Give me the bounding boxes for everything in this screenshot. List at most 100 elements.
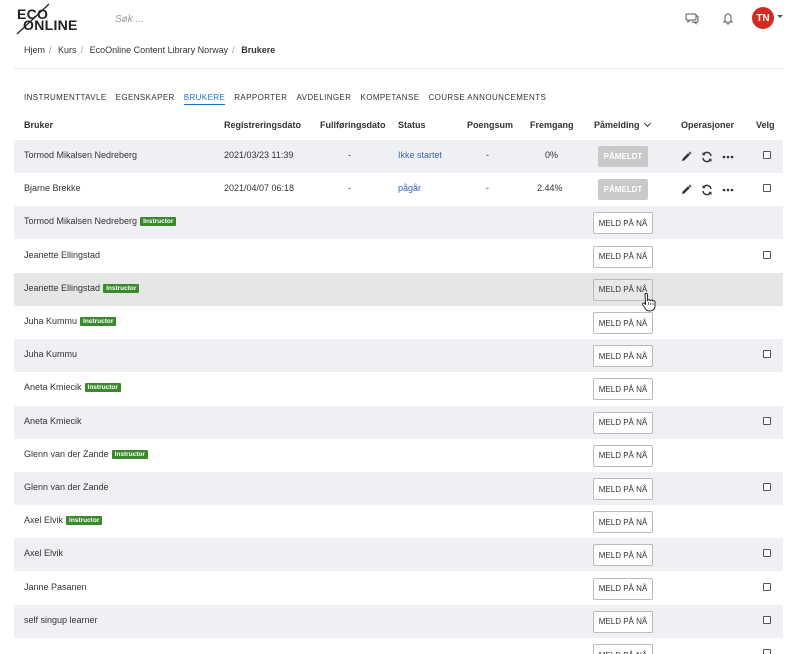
table-row: self singup learner MELD PÅ NÅ	[14, 604, 783, 638]
instructor-badge: Instructor	[84, 383, 121, 393]
tab-properties[interactable]: EGENSKAPER	[116, 93, 175, 105]
edit-icon[interactable]	[680, 151, 692, 163]
status-link[interactable]: Ikke startet	[398, 150, 442, 160]
tab-departments[interactable]: AVDELINGER	[296, 93, 351, 105]
column-enrollment[interactable]: Påmelding	[594, 119, 651, 130]
status-link[interactable]: pågår	[398, 183, 421, 193]
logo[interactable]: ECO ONLINE	[15, 2, 78, 36]
column-progress[interactable]: Fremgang	[530, 120, 574, 130]
score: -	[486, 183, 489, 194]
user-name[interactable]: Axel Elvik	[24, 548, 63, 558]
table-row: Juha Kummu MELD PÅ NÅ	[14, 339, 783, 373]
operations	[680, 151, 734, 163]
user-name[interactable]: Jeanette Ellingstad	[24, 250, 100, 260]
select-checkbox[interactable]	[763, 615, 771, 624]
user-name-text: Jeanette Ellingstad	[24, 249, 101, 260]
bell-icon[interactable]	[721, 11, 735, 25]
column-completed[interactable]: Fullføringsdato	[320, 120, 386, 130]
enroll-now-button[interactable]: MELD PÅ NÅ	[593, 278, 653, 301]
enroll-now-button[interactable]: MELD PÅ NÅ	[593, 212, 653, 235]
user-name[interactable]: Glenn van der Zande	[24, 482, 109, 492]
search-input[interactable]	[115, 11, 315, 27]
registration-date: 2021/04/07 06:18	[224, 183, 295, 194]
enroll-now-button[interactable]: MELD PÅ NÅ	[593, 378, 653, 401]
select-checkbox[interactable]	[763, 483, 771, 491]
table-header: Bruker Registreringsdato Fullføringsdato…	[14, 116, 783, 138]
select-checkbox[interactable]	[763, 350, 771, 359]
user-name[interactable]: Juha Kummu	[24, 349, 77, 359]
enroll-now-button[interactable]: MELD PÅ NÅ	[593, 511, 653, 534]
user-name[interactable]: Axel Elvik Instructor	[24, 515, 103, 526]
column-user[interactable]: Bruker	[24, 120, 53, 130]
user-name-text: Tormod Mikalsen Nedreberg	[24, 216, 138, 227]
select-checkbox[interactable]	[763, 250, 771, 259]
breadcrumb-course[interactable]: EcoOnline Content Library Norway	[90, 45, 229, 55]
enroll-now-button[interactable]: MELD PÅ NÅ	[593, 444, 653, 467]
score: -	[486, 150, 489, 160]
column-status[interactable]: Status	[398, 120, 426, 130]
enroll-now-button[interactable]: MELD PÅ NÅ	[593, 544, 653, 567]
user-name[interactable]: Aneta Kmiecik	[24, 416, 82, 426]
column-select: Velg	[756, 120, 775, 130]
table-row: Jeanette Ellingstad MELD PÅ NÅ	[14, 240, 783, 273]
enroll-now-button[interactable]: MELD PÅ NÅ	[593, 312, 653, 334]
refresh-icon[interactable]	[701, 184, 713, 196]
table-row: Bjarne Brekke 2021/04/07 06:18 - pågår - 2.44…	[14, 173, 783, 206]
table-row: Axel Elvik Instructor MELD PÅ NÅ	[14, 505, 783, 538]
user-name[interactable]: Juha Kummu Instructor	[24, 316, 117, 326]
select-checkbox[interactable]	[763, 549, 771, 558]
operations	[680, 184, 734, 196]
more-icon[interactable]	[722, 151, 734, 163]
user-name[interactable]: Janne Pasanen	[24, 582, 87, 592]
enroll-now-button[interactable]: MELD PÅ NÅ	[593, 478, 653, 500]
enroll-now-button[interactable]: MELD PÅ NÅ	[593, 345, 653, 368]
select-checkbox[interactable]	[763, 649, 771, 654]
table-row: MELD PÅ NÅ	[14, 638, 783, 654]
table-row: Tormod Mikalsen Nedreberg 2021/03/23 11:3…	[14, 140, 783, 173]
table-row: Jeanette Ellingstad Instructor MELD PÅ NÅ	[14, 272, 783, 306]
tab-competence[interactable]: KOMPETANSE	[360, 93, 419, 105]
tab-dashboard[interactable]: INSTRUMENTTAVLE	[24, 93, 107, 105]
select-checkbox[interactable]	[763, 151, 771, 159]
enroll-now-button[interactable]: MELD PÅ NÅ	[593, 644, 653, 654]
user-name[interactable]: Aneta Kmiecik Instructor	[24, 382, 121, 393]
instructor-badge: Instructor	[140, 217, 177, 227]
user-name[interactable]: self singup learner	[24, 615, 98, 625]
enrolled-button[interactable]: PÅMELDT	[598, 146, 648, 167]
user-name[interactable]: Tormod Mikalsen Nedreberg	[24, 150, 137, 160]
edit-icon[interactable]	[680, 184, 692, 196]
user-name[interactable]: Tormod Mikalsen Nedreberg Instructor	[24, 216, 177, 227]
breadcrumb-home[interactable]: Hjem	[24, 45, 45, 55]
breadcrumb-courses[interactable]: Kurs	[58, 45, 77, 55]
column-registered[interactable]: Registreringsdato	[224, 120, 301, 130]
avatar[interactable]: TN	[752, 7, 774, 29]
logo-text-bottom: ONLINE	[23, 17, 78, 33]
tab-course-announcements[interactable]: COURSE ANNOUNCEMENTS	[428, 93, 546, 105]
user-name[interactable]: Jeanette Ellingstad Instructor	[24, 283, 140, 293]
refresh-icon[interactable]	[701, 151, 713, 163]
select-checkbox[interactable]	[763, 416, 771, 425]
select-checkbox[interactable]	[763, 582, 771, 591]
tab-users[interactable]: BRUKERE	[183, 93, 226, 105]
enroll-now-button[interactable]: MELD PÅ NÅ	[593, 245, 653, 268]
enroll-now-button[interactable]: MELD PÅ NÅ	[593, 577, 653, 600]
table-row: Janne Pasanen MELD PÅ NÅ	[14, 572, 783, 605]
enroll-now-button[interactable]: MELD PÅ NÅ	[593, 411, 653, 434]
column-score[interactable]: Poengsum	[467, 120, 513, 130]
more-icon[interactable]	[722, 184, 734, 196]
user-name[interactable]: Glenn van der Zande Instructor	[24, 449, 148, 459]
user-name-text: Glenn van der Zande	[24, 482, 109, 492]
user-name-text: Juha Kummu	[24, 349, 78, 360]
enroll-now-button[interactable]: MELD PÅ NÅ	[593, 610, 653, 633]
column-enrollment-label: Påmelding	[594, 120, 640, 130]
tab-reports[interactable]: RAPPORTER	[234, 93, 287, 105]
user-name-text: Tormod Mikalsen Nedreberg	[24, 150, 138, 160]
chat-icon[interactable]	[685, 11, 699, 25]
caret-down-icon[interactable]	[777, 15, 783, 18]
user-name-text: Axel Elvik	[24, 548, 64, 559]
user-name[interactable]: Bjarne Brekke	[24, 183, 81, 193]
instructor-badge: Instructor	[103, 283, 140, 293]
enrolled-button[interactable]: PÅMELDT	[598, 179, 648, 201]
select-checkbox[interactable]	[763, 184, 771, 193]
user-name-text: Bjarne Brekke	[24, 183, 81, 194]
